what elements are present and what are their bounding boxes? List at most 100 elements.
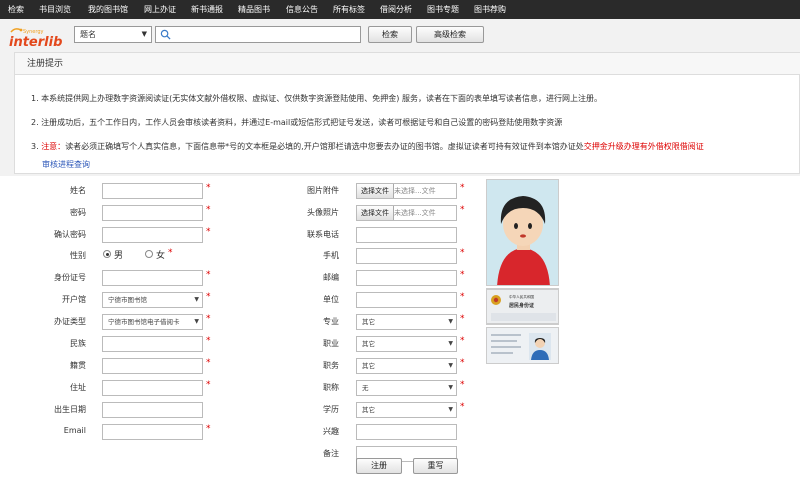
- id-card-country: 中华人民共和国: [509, 294, 535, 299]
- field-label-title: 职称: [323, 383, 339, 392]
- field-label-hometown: 籍贯: [70, 361, 86, 370]
- search-icon: [160, 29, 171, 40]
- education-select[interactable]: 其它 ▼: [356, 402, 457, 418]
- required-mark: *: [460, 248, 465, 258]
- hometown-input[interactable]: [102, 358, 203, 374]
- gender-radio-male[interactable]: [103, 250, 111, 258]
- gender-option-male: 男: [114, 251, 124, 261]
- gender-radio-female[interactable]: [145, 250, 153, 258]
- occupation-select[interactable]: 其它 ▼: [356, 336, 457, 352]
- search-field-value: 题名: [80, 30, 96, 39]
- cartoon-avatar-illustration: [487, 180, 558, 285]
- chevron-down-icon: ▼: [448, 362, 453, 369]
- required-mark: *: [206, 336, 211, 346]
- field-label-address: 住址: [70, 383, 86, 392]
- employer-input[interactable]: [356, 292, 457, 308]
- name-input[interactable]: [102, 183, 203, 199]
- nav-item-featured[interactable]: 精品图书: [238, 0, 270, 19]
- required-mark: *: [206, 227, 211, 237]
- top-nav-bar: 检索 书目浏览 我的图书馆 网上办证 新书通报 精品图书 信息公告 所有标签 借…: [0, 0, 800, 19]
- interests-input[interactable]: [356, 424, 457, 440]
- review-progress-link[interactable]: 审核进程查询: [42, 159, 90, 170]
- notice-item-3: 3. 注意：读者必须正确填写个人真实信息，下面信息带*号的文本框是必填的,开户馆…: [31, 141, 704, 152]
- phone-input[interactable]: [356, 227, 457, 243]
- card-type-select[interactable]: 宁德市图书馆电子借阅卡 ▼: [102, 314, 203, 330]
- search-input[interactable]: [155, 26, 361, 43]
- required-mark: *: [206, 424, 211, 434]
- field-label-education: 学历: [323, 405, 339, 414]
- field-label-major: 专业: [323, 317, 339, 326]
- field-label-employer: 单位: [323, 295, 339, 304]
- field-label-phone: 联系电话: [307, 230, 339, 239]
- avatar-file-input[interactable]: 选择文件 未选择...文件: [356, 205, 457, 221]
- upgrade-card-link[interactable]: 交押金升级办理有外借权限借阅证: [584, 142, 704, 151]
- nav-item-my-library[interactable]: 我的图书馆: [88, 0, 128, 19]
- notice-item-1: 1. 本系统提供网上办理数字资源阅读证(无实体文献外借权限、虚拟证、仅供数字资源…: [31, 94, 602, 103]
- nav-item-new-books[interactable]: 新书通报: [191, 0, 223, 19]
- major-select[interactable]: 其它 ▼: [356, 314, 457, 330]
- attachment-file-input[interactable]: 选择文件 未选择...文件: [356, 183, 457, 199]
- register-button[interactable]: 注册: [356, 458, 402, 474]
- nav-item-online-card[interactable]: 网上办证: [144, 0, 176, 19]
- avatar-preview-image: [486, 179, 559, 286]
- required-mark: *: [460, 358, 465, 368]
- nav-item-announcements[interactable]: 信息公告: [286, 0, 318, 19]
- nav-item-topics[interactable]: 图书专题: [427, 0, 459, 19]
- id-number-input[interactable]: [102, 270, 203, 286]
- id-card-back-image: [486, 327, 559, 364]
- field-label-gender: 性别: [70, 251, 86, 260]
- notice-item-3-body: 读者必须正确填写个人真实信息，下面信息带*号的文本框是必填的,开户馆那栏请选中您…: [65, 142, 584, 151]
- search-button[interactable]: 检索: [368, 26, 412, 43]
- field-label-name: 姓名: [70, 186, 86, 195]
- choose-file-button[interactable]: 选择文件: [357, 184, 394, 198]
- confirm-password-input[interactable]: [102, 227, 203, 243]
- field-label-id-number: 身份证号: [54, 273, 86, 282]
- choose-file-button[interactable]: 选择文件: [357, 206, 394, 220]
- address-input[interactable]: [102, 380, 203, 396]
- notice-item-3-number: 3.: [31, 142, 39, 151]
- field-label-attachment: 图片附件: [307, 186, 339, 195]
- nav-item-tags[interactable]: 所有标签: [333, 0, 365, 19]
- chevron-down-icon: ▼: [448, 384, 453, 391]
- field-label-password: 密码: [70, 208, 86, 217]
- nav-item-analysis[interactable]: 借阅分析: [380, 0, 412, 19]
- advanced-search-button[interactable]: 高级检索: [416, 26, 484, 43]
- nav-item-browse[interactable]: 书目浏览: [39, 0, 71, 19]
- postcode-input[interactable]: [356, 270, 457, 286]
- required-mark: *: [206, 183, 211, 193]
- mobile-input[interactable]: [356, 248, 457, 264]
- required-mark: *: [460, 380, 465, 390]
- required-mark: *: [460, 292, 465, 302]
- id-card-type: 居民身份证: [509, 302, 534, 309]
- logo-brand-text: interlib: [9, 35, 62, 50]
- chevron-down-icon: ▼: [448, 318, 453, 325]
- ethnicity-input[interactable]: [102, 336, 203, 352]
- gender-option-female: 女: [156, 251, 166, 261]
- password-input[interactable]: [102, 205, 203, 221]
- chevron-down-icon: ▼: [448, 340, 453, 347]
- chevron-down-icon: ▼: [194, 318, 199, 325]
- field-label-email: Email: [63, 426, 86, 435]
- chevron-down-icon: ▼: [141, 30, 147, 38]
- library-select[interactable]: 宁德市图书馆 ▼: [102, 292, 203, 308]
- field-label-card-type: 办证类型: [54, 317, 86, 326]
- nav-item-search[interactable]: 检索: [8, 0, 24, 19]
- chevron-down-icon: ▼: [194, 296, 199, 303]
- nav-item-recommend[interactable]: 图书荐购: [474, 0, 506, 19]
- field-label-occupation: 职业: [323, 339, 339, 348]
- required-mark: *: [460, 402, 465, 412]
- birthdate-input[interactable]: [102, 402, 203, 418]
- reset-button[interactable]: 重写: [413, 458, 458, 474]
- title-select[interactable]: 无 ▼: [356, 380, 457, 396]
- interlib-logo[interactable]: Synergy interlib: [9, 26, 69, 50]
- field-label-remarks: 备注: [323, 449, 339, 458]
- required-mark: *: [206, 292, 211, 302]
- email-input[interactable]: [102, 424, 203, 440]
- field-label-mobile: 手机: [323, 251, 339, 260]
- notice-warning-label: 注意：: [41, 142, 66, 151]
- field-label-ethnicity: 民族: [70, 339, 86, 348]
- position-select[interactable]: 其它 ▼: [356, 358, 457, 374]
- search-field-select[interactable]: 题名 ▼: [74, 26, 152, 43]
- required-mark: *: [206, 358, 211, 368]
- registration-form: 姓名 * 密码 * 确认密码 * 性别 男 女 * 身份证号 * 开户馆 宁德市…: [0, 176, 800, 500]
